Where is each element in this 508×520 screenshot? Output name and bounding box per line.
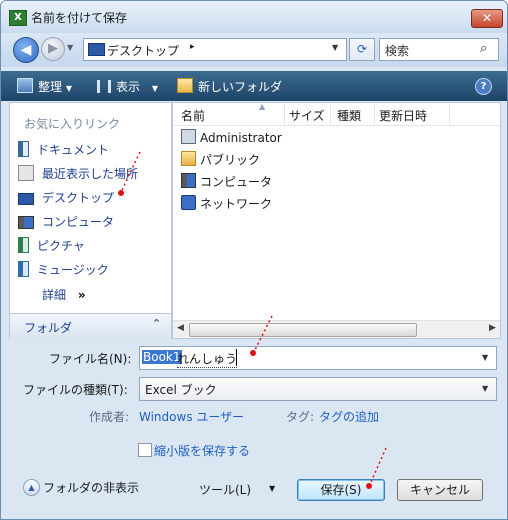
annotation-line <box>121 151 141 191</box>
annotation-line <box>370 447 387 483</box>
annotation-dot <box>250 350 256 356</box>
annotation-overlay <box>118 151 387 489</box>
annotation-line <box>254 315 273 351</box>
annotation-dot <box>118 190 124 196</box>
annotation-dot <box>366 483 372 489</box>
